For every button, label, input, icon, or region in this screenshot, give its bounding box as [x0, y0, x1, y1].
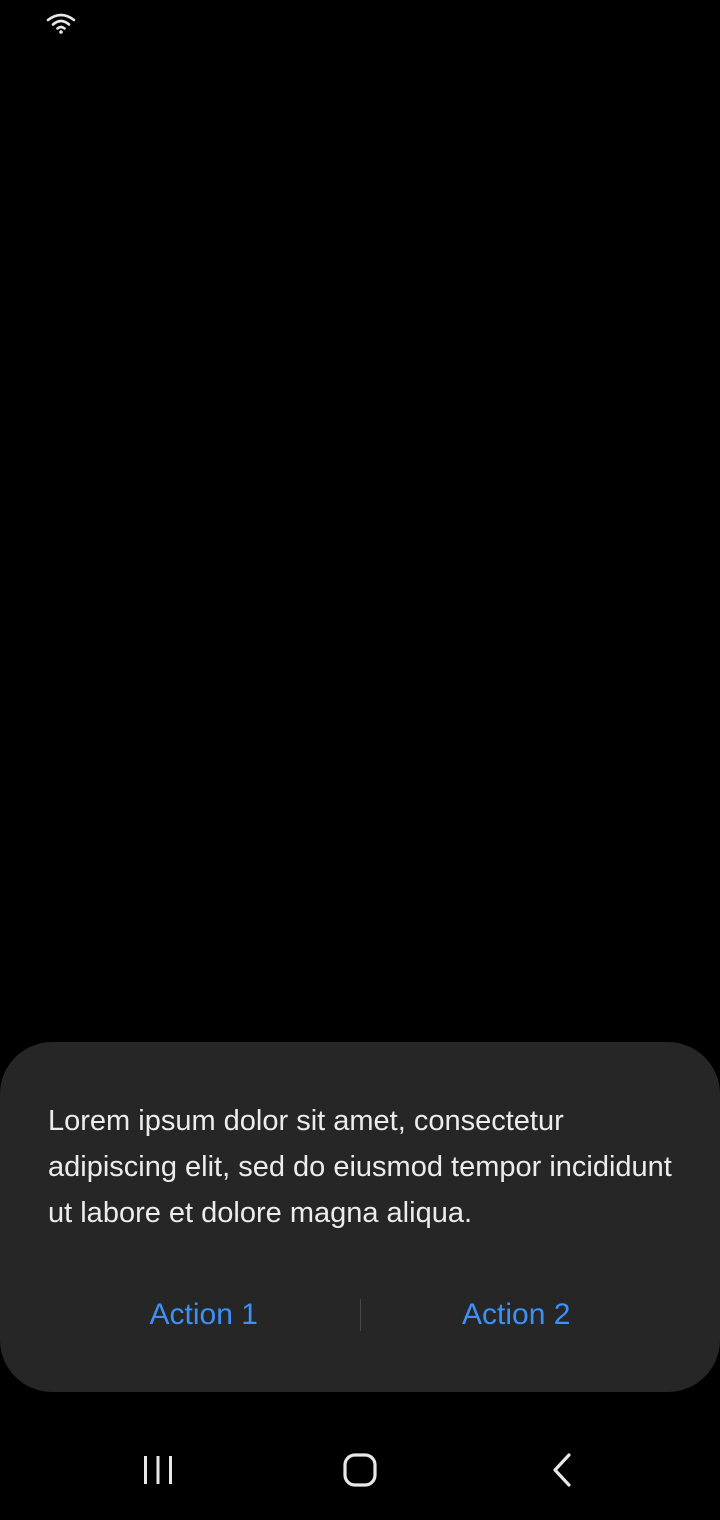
dialog: Lorem ipsum dolor sit amet, consectetur …	[0, 1042, 720, 1392]
action-2-button[interactable]: Action 2	[361, 1290, 673, 1340]
status-bar	[0, 0, 720, 48]
action-1-button[interactable]: Action 1	[48, 1290, 360, 1340]
dialog-message: Lorem ipsum dolor sit amet, consectetur …	[48, 1105, 672, 1229]
back-button[interactable]	[522, 1440, 602, 1504]
recents-button[interactable]	[118, 1440, 198, 1504]
navigation-bar	[0, 1420, 720, 1520]
back-icon	[550, 1452, 574, 1493]
wifi-icon	[46, 12, 76, 34]
recents-icon	[140, 1454, 176, 1491]
dialog-actions: Action 1 Action 2	[48, 1286, 672, 1344]
home-button[interactable]	[320, 1440, 400, 1504]
home-icon	[342, 1452, 378, 1493]
